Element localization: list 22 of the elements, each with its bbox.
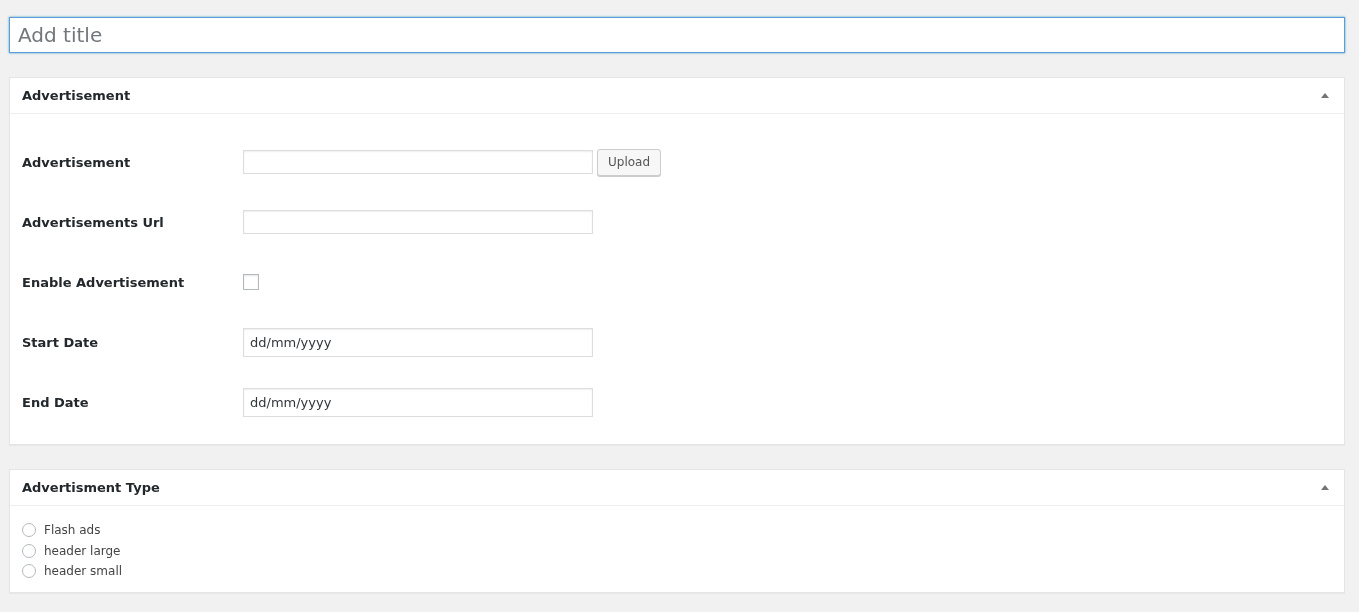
field-label: Start Date	[22, 334, 100, 350]
caret-icon	[1321, 485, 1329, 490]
radio-label[interactable]: Flash ads	[44, 523, 101, 538]
radio-label[interactable]: header small	[44, 564, 123, 579]
field-label: Advertisements Url	[22, 214, 165, 230]
title-field[interactable]: Add title	[9, 17, 1345, 53]
checkbox[interactable]	[243, 274, 259, 290]
input-field[interactable]	[243, 150, 593, 174]
input-field[interactable]	[243, 210, 593, 234]
radio-button[interactable]	[22, 564, 36, 579]
panel-title: Advertisment Type	[22, 480, 160, 495]
field-label: Advertisement	[22, 154, 132, 170]
radio-button[interactable]	[22, 523, 36, 538]
date-field[interactable]: dd/mm/yyyy	[243, 327, 593, 357]
panel-title: Advertisement	[22, 88, 131, 103]
radio-button[interactable]	[22, 543, 36, 558]
radio-label[interactable]: header large	[44, 543, 121, 558]
caret-icon	[1321, 93, 1329, 98]
field-label: End Date	[22, 394, 90, 410]
field-label: Enable Advertisement	[22, 274, 186, 290]
date-field[interactable]: dd/mm/yyyy	[243, 387, 593, 417]
upload-button[interactable]: Upload	[597, 148, 662, 176]
